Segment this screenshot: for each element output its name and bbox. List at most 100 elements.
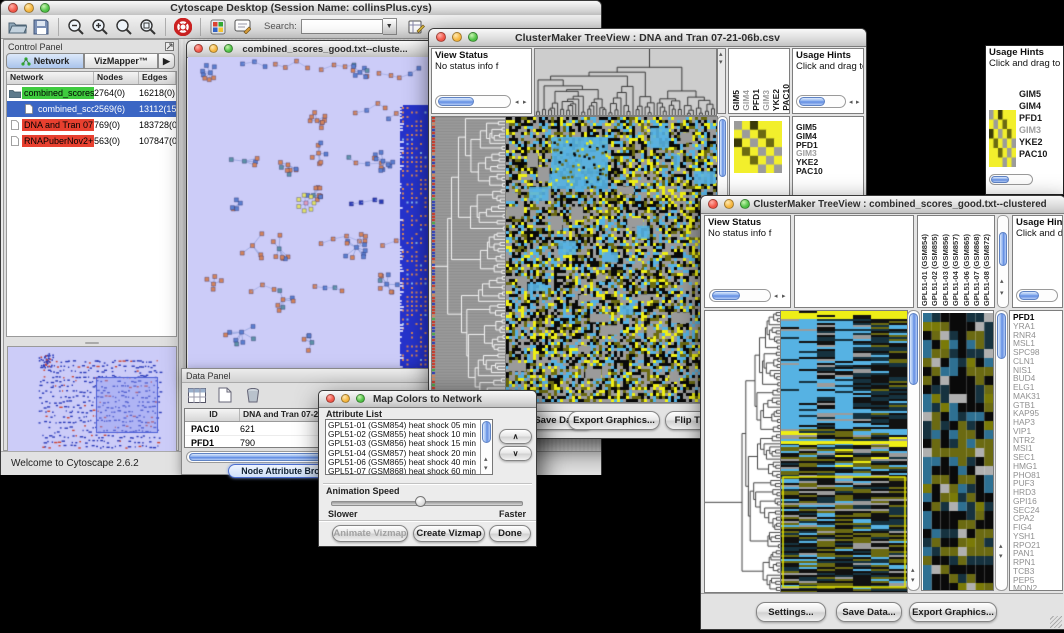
- scroll-up-arrow[interactable]: ▴: [911, 567, 915, 574]
- scroll-left-arrow[interactable]: ◂: [515, 99, 519, 106]
- vscroll-thumb[interactable]: [997, 313, 1006, 359]
- animate-vizmap-button[interactable]: Animate Vizmap: [332, 525, 408, 542]
- search-dropdown-arrow[interactable]: ▼: [383, 18, 397, 35]
- row-dendrogram[interactable]: [704, 310, 781, 593]
- view-status-hscrollbar[interactable]: [709, 289, 771, 302]
- zoom-heatmap[interactable]: [989, 110, 1016, 167]
- network-overview-thumbnail[interactable]: [7, 346, 177, 452]
- zoom-fit-icon[interactable]: [112, 15, 136, 38]
- scroll-left-arrow[interactable]: ◂: [774, 293, 778, 300]
- vscroll-thumb[interactable]: [909, 313, 918, 385]
- close-button[interactable]: [708, 199, 718, 209]
- settings-button[interactable]: Settings...: [756, 602, 826, 622]
- fragment-hscrollbar[interactable]: [989, 174, 1033, 185]
- scroll-down-arrow[interactable]: ▾: [484, 465, 488, 472]
- animation-slider-thumb[interactable]: [415, 496, 426, 507]
- move-down-button[interactable]: ∨: [499, 446, 532, 461]
- scroll-down-arrow[interactable]: ▾: [911, 577, 915, 584]
- scroll-up-arrow[interactable]: ▴: [1000, 278, 1004, 285]
- annotation-icon[interactable]: [230, 15, 254, 38]
- zoom-window-button[interactable]: [40, 3, 50, 13]
- new-document-icon[interactable]: [214, 385, 236, 405]
- main-heatmap[interactable]: [505, 116, 718, 403]
- search-input[interactable]: [301, 19, 383, 34]
- hscroll-thumb[interactable]: [799, 97, 825, 106]
- view-status-hscrollbar[interactable]: [435, 95, 511, 108]
- network-table-header[interactable]: Network Nodes Edges: [7, 72, 176, 85]
- zoom-window-button[interactable]: [224, 44, 233, 53]
- zoom-selected-icon[interactable]: [136, 15, 160, 38]
- tab-vizmapper[interactable]: VizMapper™: [84, 53, 158, 69]
- network-list-row[interactable]: combined_scores 2764(0) 16218(0): [7, 85, 176, 101]
- scroll-down-arrow[interactable]: ▾: [1000, 290, 1004, 297]
- attribute-editor-icon[interactable]: [405, 15, 429, 38]
- attribute-table-icon[interactable]: [186, 385, 208, 405]
- usage-hints-hscrollbar[interactable]: [796, 95, 846, 108]
- zoom-vscrollbar[interactable]: ▴ ▾: [995, 310, 1008, 591]
- vscroll-thumb[interactable]: [719, 119, 726, 177]
- export-graphics-button[interactable]: Export Graphics...: [568, 411, 660, 430]
- treeview2-titlebar[interactable]: ClusterMaker TreeView : combined_scores_…: [701, 196, 1064, 214]
- zoom-out-icon[interactable]: [64, 15, 88, 38]
- zoom-heatmap[interactable]: [734, 121, 782, 173]
- open-folder-icon[interactable]: [5, 15, 29, 38]
- hscroll-thumb[interactable]: [991, 176, 1009, 183]
- create-vizmap-button[interactable]: Create Vizmap: [413, 525, 485, 542]
- zoom-window-button[interactable]: [468, 32, 478, 42]
- attribute-listbox[interactable]: GPL51-01 (GSM854) heat shock 05 minGPL51…: [325, 419, 493, 475]
- column-scroll-strip[interactable]: ▴ ▾: [717, 48, 726, 114]
- column-dendrogram[interactable]: [534, 48, 717, 116]
- attribute-item[interactable]: GPL51-07 (GSM868) heat shock 60 min: [326, 467, 479, 475]
- network-list-row[interactable]: DNA and Tran 07 769(0) 183728(0): [7, 117, 176, 133]
- delete-trash-icon[interactable]: [242, 385, 264, 405]
- column-labels-vscrollbar[interactable]: ▴ ▾: [997, 215, 1009, 308]
- hscroll-thumb[interactable]: [438, 97, 474, 106]
- scroll-right-arrow[interactable]: ▸: [856, 99, 860, 106]
- scroll-down-arrow[interactable]: ▾: [719, 59, 723, 66]
- close-button[interactable]: [436, 32, 446, 42]
- help-lifering-icon[interactable]: [171, 15, 195, 38]
- scroll-right-arrow[interactable]: ▸: [782, 293, 786, 300]
- zoom-heatmap[interactable]: [923, 313, 993, 590]
- move-up-button[interactable]: ∧: [499, 429, 532, 444]
- minimize-button[interactable]: [724, 199, 734, 209]
- network-view-titlebar[interactable]: combined_scores_good.txt--cluste...: [187, 41, 433, 58]
- row-dendrogram[interactable]: [431, 116, 506, 403]
- network-canvas[interactable]: [188, 57, 432, 370]
- resize-grip[interactable]: [1050, 616, 1062, 628]
- scroll-up-arrow[interactable]: ▴: [484, 456, 488, 463]
- close-button[interactable]: [194, 44, 203, 53]
- zoom-in-icon[interactable]: [88, 15, 112, 38]
- minimize-button[interactable]: [24, 3, 34, 13]
- close-button[interactable]: [326, 394, 335, 403]
- network-list[interactable]: combined_scores 2764(0) 16218(0) combine…: [7, 85, 176, 149]
- export-graphics-button[interactable]: Export Graphics...: [909, 602, 997, 622]
- tab-more-arrow[interactable]: ▶: [158, 53, 175, 69]
- panel-splitter[interactable]: [6, 339, 177, 346]
- scroll-up-arrow[interactable]: ▴: [999, 543, 1003, 550]
- network-list-row[interactable]: RNAPuberNov2+I 563(0) 107847(0): [7, 133, 176, 149]
- main-heatmap[interactable]: [780, 310, 908, 593]
- animation-slider-track[interactable]: [331, 501, 523, 506]
- save-icon[interactable]: [29, 15, 53, 38]
- save-data-button[interactable]: Save Data...: [836, 602, 902, 622]
- attribute-items[interactable]: GPL51-01 (GSM854) heat shock 05 minGPL51…: [326, 421, 479, 475]
- treeview1-titlebar[interactable]: ClusterMaker TreeView : DNA and Tran 07-…: [429, 29, 866, 47]
- network-list-row[interactable]: combined_sco 2569(6) 13112(15): [7, 101, 176, 117]
- minimize-button[interactable]: [452, 32, 462, 42]
- minimize-button[interactable]: [341, 394, 350, 403]
- main-titlebar[interactable]: Cytoscape Desktop (Session Name: collins…: [1, 1, 601, 16]
- column-dendrogram-area[interactable]: [794, 215, 914, 308]
- zoom-window-button[interactable]: [740, 199, 750, 209]
- vizmap-palette-icon[interactable]: [206, 15, 230, 38]
- hscroll-thumb[interactable]: [1019, 291, 1039, 300]
- dialog-titlebar[interactable]: Map Colors to Network: [319, 391, 536, 408]
- scroll-up-arrow[interactable]: ▴: [719, 51, 723, 58]
- vscroll-thumb[interactable]: [999, 232, 1007, 266]
- heatmap-vscrollbar[interactable]: ▴ ▾: [907, 310, 920, 591]
- zoom-window-button[interactable]: [356, 394, 365, 403]
- close-button[interactable]: [8, 3, 18, 13]
- done-button[interactable]: Done: [489, 525, 531, 542]
- tab-network[interactable]: Network: [6, 53, 84, 69]
- minimize-button[interactable]: [209, 44, 218, 53]
